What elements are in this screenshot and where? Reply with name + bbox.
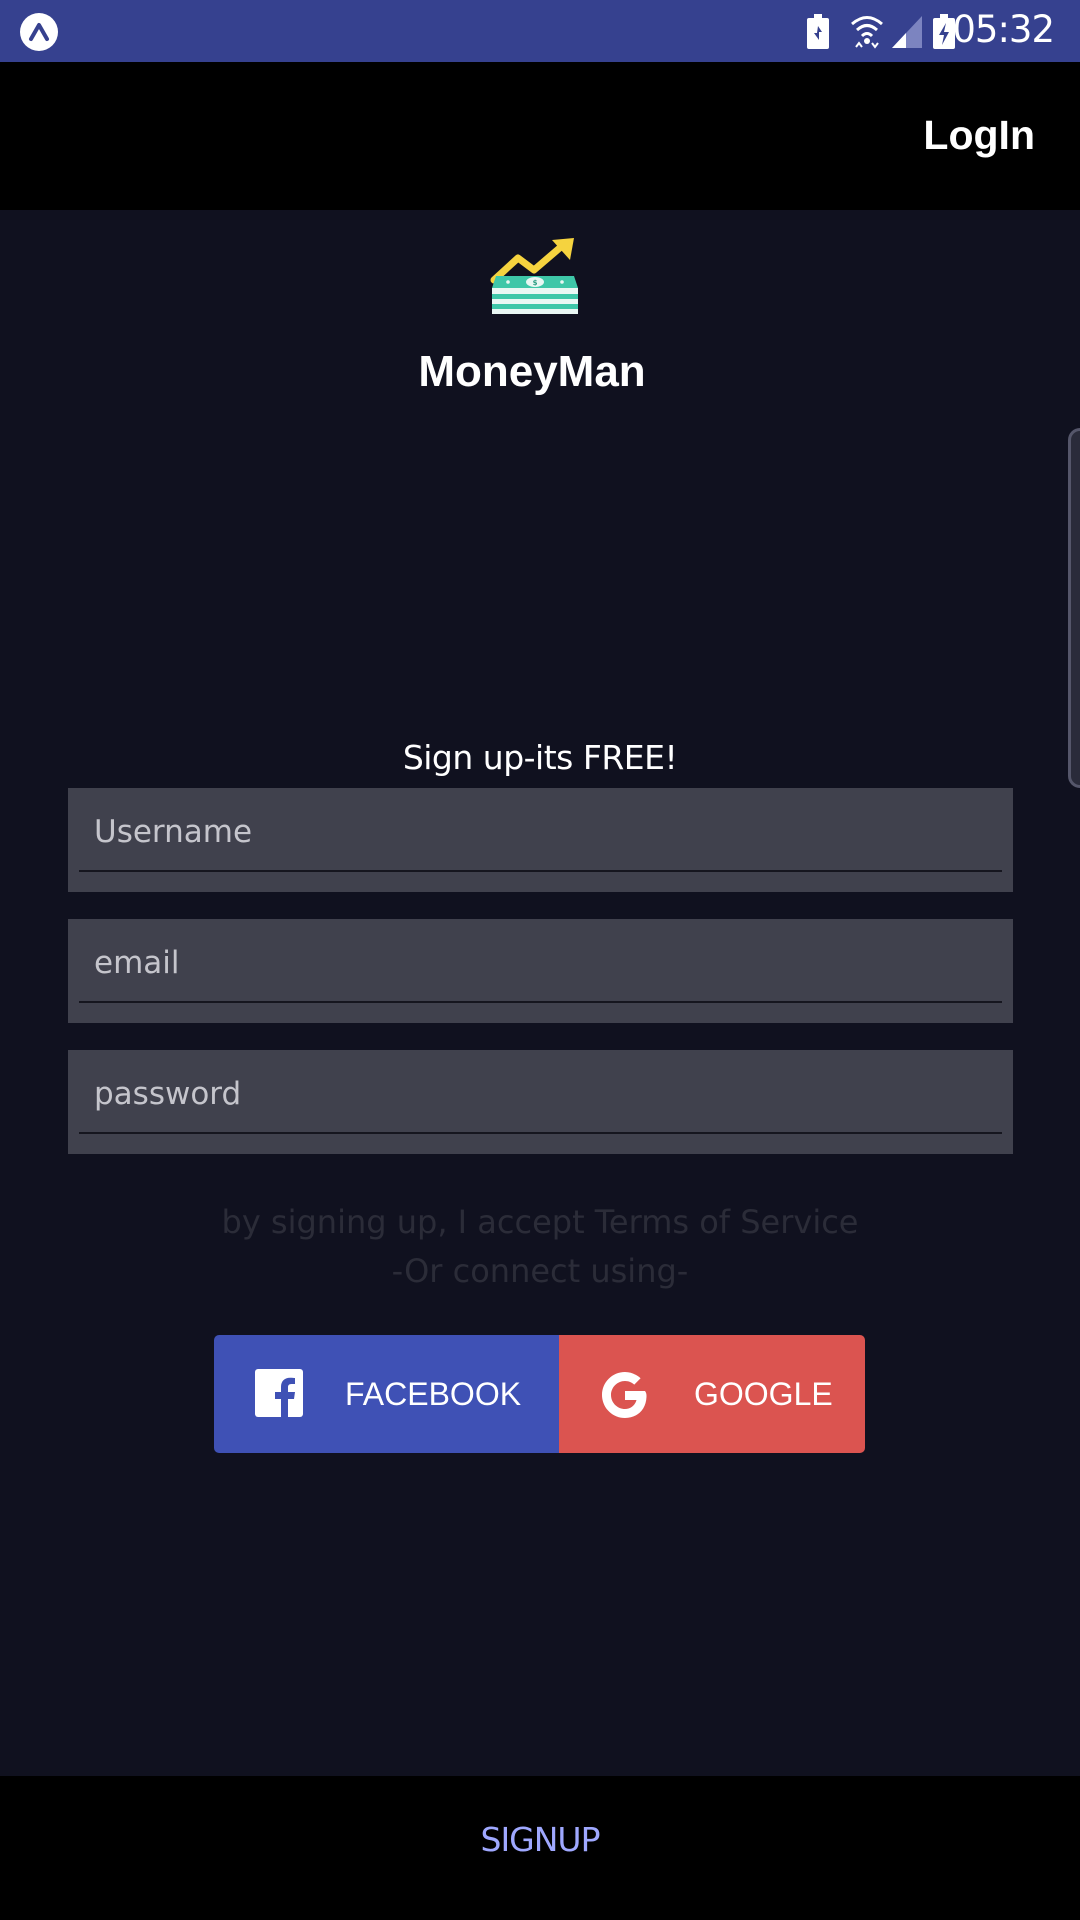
signal-icon	[892, 16, 922, 48]
facebook-icon	[255, 1369, 303, 1417]
app-notification-icon	[20, 13, 58, 51]
status-bar: 05:32	[0, 0, 1080, 62]
password-field	[68, 1050, 1013, 1154]
google-icon	[602, 1372, 647, 1418]
field-underline	[79, 1001, 1002, 1003]
top-toolbar: LogIn	[0, 62, 1080, 210]
username-field	[68, 788, 1013, 892]
google-button[interactable]: GOOGLE	[559, 1335, 865, 1453]
connect-using-text: -Or connect using-	[391, 1252, 689, 1290]
username-input[interactable]	[94, 810, 974, 854]
battery-saver-icon	[807, 14, 829, 49]
password-input[interactable]	[94, 1072, 974, 1116]
svg-text:$: $	[533, 279, 538, 287]
status-time: 05:32	[952, 8, 1055, 51]
app-name: MoneyMan	[418, 347, 646, 396]
terms-of-service-text[interactable]: by signing up, I accept Terms of Service	[0, 1203, 1080, 1241]
email-input[interactable]	[94, 941, 974, 985]
login-button[interactable]: LogIn	[923, 112, 1035, 159]
field-underline	[79, 1132, 1002, 1134]
signup-button[interactable]: SIGNUP	[0, 1820, 1080, 1859]
scroll-handle[interactable]	[1068, 428, 1080, 788]
field-underline	[79, 870, 1002, 872]
wifi-icon	[851, 16, 883, 49]
google-label: GOOGLE	[694, 1376, 833, 1412]
signup-heading: Sign up-its FREE!	[402, 738, 678, 777]
facebook-label: FACEBOOK	[345, 1376, 522, 1412]
facebook-button[interactable]: FACEBOOK	[214, 1335, 559, 1453]
money-stack-growth-icon: $	[490, 238, 578, 314]
email-field	[68, 919, 1013, 1023]
bottom-bar: SIGNUP	[0, 1776, 1080, 1920]
